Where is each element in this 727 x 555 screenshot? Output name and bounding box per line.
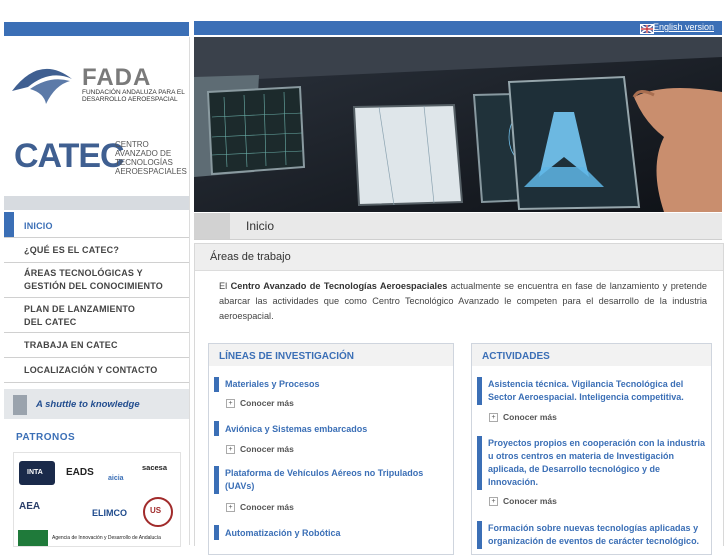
item-marker bbox=[214, 421, 219, 436]
conocer-mas-link[interactable]: + Conocer más bbox=[226, 444, 294, 455]
section-title: Áreas de trabajo bbox=[210, 251, 291, 263]
sacesa-logo[interactable]: sacesa bbox=[142, 463, 167, 472]
item-marker bbox=[214, 377, 219, 392]
shuttle-label: A shuttle to knowledge bbox=[36, 399, 140, 410]
elimco-logo[interactable]: ELIMCO bbox=[92, 508, 127, 518]
nav-item-localizacion[interactable]: LOCALIZACIÓN Y CONTACTO bbox=[4, 358, 189, 383]
catec-wordmark: CATEC bbox=[14, 137, 125, 175]
nav-top-divider bbox=[4, 196, 189, 210]
lineas-box: LÍNEAS DE INVESTIGACIÓN Materiales y Pro… bbox=[208, 343, 454, 555]
hero-cockpit-image bbox=[194, 37, 722, 212]
lineas-item[interactable]: Plataforma de Vehículos Aéreos no Tripul… bbox=[214, 466, 458, 494]
actividades-box: ACTIVIDADES Asistencia técnica. Vigilanc… bbox=[471, 343, 712, 555]
conocer-mas-link[interactable]: + Conocer más bbox=[226, 398, 294, 409]
conocer-mas-label: Conocer más bbox=[503, 412, 557, 422]
actividades-item-label: Asistencia técnica. Vigilancia Tecnológi… bbox=[488, 379, 684, 402]
lineas-item[interactable]: Materiales y Procesos bbox=[214, 377, 458, 392]
breadcrumb: Inicio bbox=[246, 219, 275, 233]
conocer-mas-label: Conocer más bbox=[240, 444, 294, 454]
conocer-mas-link[interactable]: + Conocer más bbox=[226, 502, 294, 513]
main-content: Áreas de trabajo El Centro Avanzado de T… bbox=[194, 243, 724, 555]
lineas-header: LÍNEAS DE INVESTIGACIÓN bbox=[209, 344, 453, 366]
nav-item-label: ÁREAS TECNOLÓGICAS Y GESTIÓN DEL CONOCIM… bbox=[24, 268, 163, 291]
item-marker bbox=[214, 525, 219, 540]
english-version-link[interactable]: English version bbox=[653, 22, 714, 32]
aicia-logo[interactable]: aicia bbox=[108, 475, 124, 482]
active-marker bbox=[4, 212, 14, 237]
plus-icon: + bbox=[226, 503, 235, 513]
eads-logo[interactable]: EADS bbox=[66, 467, 94, 478]
us-seal-logo[interactable]: US bbox=[143, 497, 173, 527]
plus-icon: + bbox=[489, 413, 498, 423]
conocer-mas-label: Conocer más bbox=[240, 398, 294, 408]
conocer-mas-label: Conocer más bbox=[240, 502, 294, 512]
catec-subtitle: CENTRO AVANZADO DE TECNOLOGÍAS AEROESPAC… bbox=[115, 140, 187, 176]
actividades-header: ACTIVIDADES bbox=[472, 344, 711, 366]
aea-logo[interactable]: AEA bbox=[19, 501, 40, 512]
intro-paragraph: El Centro Avanzado de Tecnologías Aeroes… bbox=[219, 279, 707, 324]
intro-bold: Centro Avanzado de Tecnologías Aeroespac… bbox=[230, 281, 448, 291]
lineas-item[interactable]: Automatización y Robótica bbox=[214, 525, 458, 540]
agencia-logo-text: Agencia de Innovación y Desarrollo de An… bbox=[52, 535, 161, 541]
us-seal-text: US bbox=[150, 506, 162, 515]
nav-item-trabaja[interactable]: TRABAJA EN CATEC bbox=[4, 333, 189, 358]
nav-item-label: LOCALIZACIÓN Y CONTACTO bbox=[24, 365, 158, 375]
intro-prefix: El bbox=[219, 281, 231, 291]
lineas-title: LÍNEAS DE INVESTIGACIÓN bbox=[219, 351, 355, 362]
plus-icon: + bbox=[226, 445, 235, 455]
actividades-item[interactable]: Asistencia técnica. Vigilancia Tecnológi… bbox=[477, 377, 716, 405]
nav-item-label: ¿QUÉ ES EL CATEC? bbox=[24, 245, 120, 255]
catec-logo[interactable]: * CATEC CENTRO AVANZADO DE TECNOLOGÍAS A… bbox=[4, 112, 189, 192]
nav-item-label: PLAN DE LANZAMIENTO DEL CATEC bbox=[24, 304, 136, 327]
item-marker bbox=[477, 436, 482, 490]
plus-icon: + bbox=[226, 399, 235, 409]
nav-item-que-es[interactable]: ¿QUÉ ES EL CATEC? bbox=[4, 238, 189, 263]
actividades-item-label: Proyectos propios en cooperación con la … bbox=[488, 438, 706, 487]
lineas-item[interactable]: Aviónica y Sistemas embarcados bbox=[214, 421, 458, 436]
actividades-title: ACTIVIDADES bbox=[482, 351, 550, 362]
breadcrumb-square-icon bbox=[194, 213, 230, 239]
conocer-mas-label: Conocer más bbox=[503, 496, 557, 506]
top-bar: English version bbox=[194, 21, 722, 35]
item-marker bbox=[477, 377, 482, 405]
lineas-item-label: Aviónica y Sistemas embarcados bbox=[225, 424, 368, 434]
shuttle-banner[interactable]: A shuttle to knowledge bbox=[4, 389, 189, 419]
actividades-item-label: Formación sobre nuevas tecnologías aplic… bbox=[488, 523, 700, 546]
uk-flag-icon bbox=[640, 24, 654, 34]
junta-logo[interactable] bbox=[18, 530, 48, 546]
shuttle-square-icon bbox=[13, 395, 27, 415]
inta-logo[interactable]: INTA bbox=[19, 461, 55, 485]
conocer-mas-link[interactable]: + Conocer más bbox=[489, 412, 557, 423]
inta-logo-text: INTA bbox=[27, 469, 43, 476]
catec-swoosh-icon: * bbox=[4, 37, 189, 117]
patronos-logos: INTA EADS aicia sacesa AEA ELIMCO US Age… bbox=[13, 452, 181, 547]
nav-item-areas[interactable]: ÁREAS TECNOLÓGICAS Y GESTIÓN DEL CONOCIM… bbox=[4, 263, 189, 298]
nav-item-inicio[interactable]: INICIO bbox=[4, 212, 189, 238]
breadcrumb-bar: Inicio bbox=[194, 213, 722, 240]
plus-icon: + bbox=[489, 497, 498, 507]
nav-item-label: INICIO bbox=[24, 221, 53, 231]
lineas-item-label: Materiales y Procesos bbox=[225, 379, 320, 389]
item-marker bbox=[214, 466, 219, 494]
lineas-item-label: Automatización y Robótica bbox=[225, 528, 341, 538]
nav-item-label: TRABAJA EN CATEC bbox=[24, 340, 118, 350]
cockpit-illustration bbox=[194, 37, 722, 212]
nav-item-plan[interactable]: PLAN DE LANZAMIENTO DEL CATEC bbox=[4, 298, 189, 333]
lineas-item-label: Plataforma de Vehículos Aéreos no Tripul… bbox=[225, 468, 424, 491]
actividades-item[interactable]: Proyectos propios en cooperación con la … bbox=[477, 436, 716, 490]
patronos-title: PATRONOS bbox=[16, 432, 76, 443]
conocer-mas-link[interactable]: + Conocer más bbox=[489, 496, 557, 507]
section-header: Áreas de trabajo bbox=[195, 244, 723, 271]
left-header-bar bbox=[4, 22, 189, 36]
